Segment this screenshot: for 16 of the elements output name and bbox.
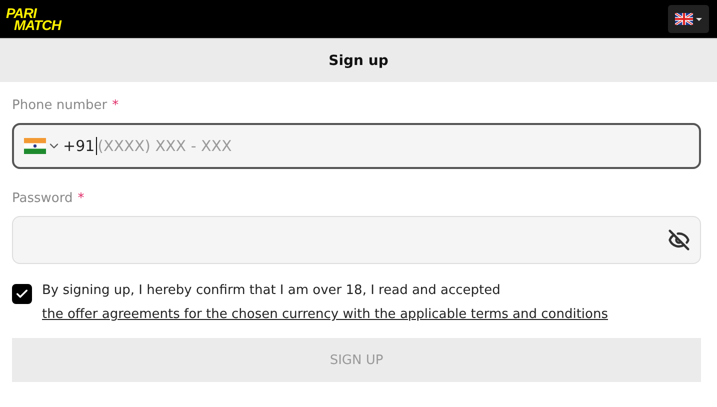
language-button[interactable] <box>668 5 709 33</box>
flag-icon <box>24 138 46 154</box>
terms-link[interactable]: the offer agreements for the chosen currency with the applicable terms and conditions <box>42 306 608 324</box>
caret-icon <box>696 18 702 20</box>
page-title: Sign up <box>328 52 388 68</box>
flag-icon <box>675 13 693 25</box>
phone-placeholder: (XXXX) XXX - XXX <box>98 137 232 155</box>
logo[interactable]: PARI MATCH <box>6 7 62 31</box>
field-label: Password * <box>12 191 86 206</box>
agreement-text: By signing up, I hereby confirm that I am over 18, I read and accepted <box>42 282 502 300</box>
check-icon <box>15 287 29 301</box>
password-field[interactable] <box>12 216 701 264</box>
phone-field[interactable]: +91 (XXXX) XXX - XXX <box>12 123 701 169</box>
eye-off-icon[interactable] <box>668 229 690 251</box>
field-label: Phone number * <box>12 98 120 113</box>
checkbox[interactable] <box>12 284 32 304</box>
